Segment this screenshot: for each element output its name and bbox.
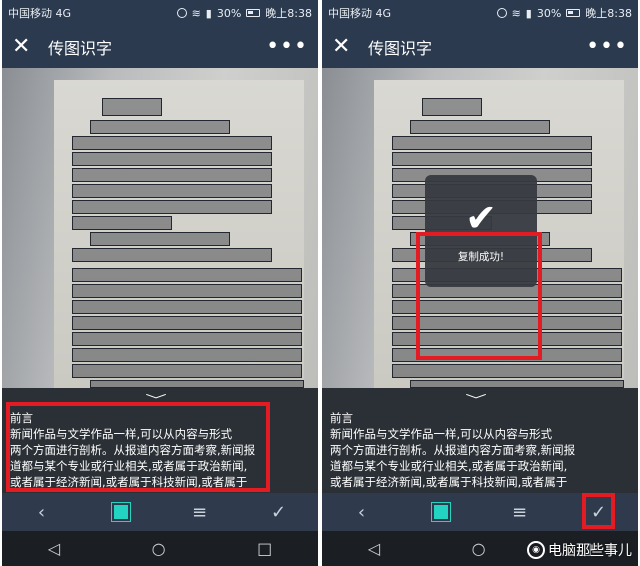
bottom-toolbar: ‹ ≡ ✓ xyxy=(2,493,318,531)
nav-back-icon[interactable]: ◁ xyxy=(368,539,380,558)
phone-screen-right: 中国移动 4G ≋ ▮ 30% 晚上8:38 ✕ 传图识字 ••• ﹀ 前言 新… xyxy=(322,0,638,566)
text-detection-box xyxy=(392,152,592,166)
ocr-line: 两个方面进行剖析。从报道内容方面考察,新闻报 xyxy=(330,443,576,457)
ocr-line: 新闻作品与文学作品一样,可以从内容与形式 xyxy=(330,427,553,441)
chevron-down-icon[interactable]: ﹀ xyxy=(465,394,487,406)
watermark-text: 电脑那些事儿 xyxy=(548,543,632,559)
ocr-text-highlight xyxy=(6,402,270,492)
crop-button[interactable] xyxy=(421,493,461,531)
ocr-line: 道都与某个专业或行业相关,或者属于政治新闻, xyxy=(330,459,568,473)
ocr-line: 或者属于经济新闻,或者属于科技新闻,或者属于 xyxy=(330,475,568,489)
more-icon[interactable]: ••• xyxy=(586,36,628,58)
text-detection-box xyxy=(72,348,302,362)
toast-highlight xyxy=(416,232,542,360)
status-bar: 中国移动 4G ≋ ▮ 30% 晚上8:38 xyxy=(2,0,318,26)
text-detection-box xyxy=(392,136,592,150)
text-detection-box xyxy=(72,284,302,298)
nav-back-icon[interactable]: ◁ xyxy=(48,539,60,558)
text-detection-box xyxy=(72,136,272,150)
book-page xyxy=(54,80,304,388)
nav-recent-icon[interactable]: □ xyxy=(257,539,272,558)
page-title: 传图识字 xyxy=(48,39,113,58)
network-tag: 4G xyxy=(55,7,72,20)
text-detection-box xyxy=(72,364,302,378)
ocr-result-sheet: ﹀ 前言 新闻作品与文学作品一样,可以从内容与形式 两个方面进行剖析。从报道内容… xyxy=(322,388,638,493)
carrier-text: 中国移动 xyxy=(328,7,372,20)
crop-button[interactable] xyxy=(101,493,141,531)
battery-text: 30% xyxy=(536,6,562,20)
crop-icon xyxy=(433,505,448,519)
title-bar: ✕ 传图识字 ••• xyxy=(322,26,638,68)
ocr-text-area[interactable]: 前言 新闻作品与文学作品一样,可以从内容与形式 两个方面进行剖析。从报道内容方面… xyxy=(330,410,630,492)
signal-icon: ▮ xyxy=(205,6,212,20)
document-photo xyxy=(2,68,318,388)
time-text: 晚上8:38 xyxy=(265,7,312,20)
system-nav-bar: ◁ ○ □ xyxy=(2,531,318,566)
battery-icon xyxy=(566,9,581,17)
nav-home-icon[interactable]: ○ xyxy=(152,539,166,558)
watermark: ◉ 电脑那些事儿 xyxy=(527,540,632,560)
status-bar: 中国移动 4G ≋ ▮ 30% 晚上8:38 xyxy=(322,0,638,26)
text-detection-box xyxy=(72,300,302,314)
close-icon[interactable]: ✕ xyxy=(332,36,360,58)
more-icon[interactable]: ••• xyxy=(266,36,308,58)
carrier-text: 中国移动 xyxy=(8,7,52,20)
check-icon: ✔ xyxy=(465,195,497,240)
title-bar: ✕ 传图识字 ••• xyxy=(2,26,318,68)
back-icon[interactable]: ‹ xyxy=(342,493,382,531)
check-icon[interactable]: ✓ xyxy=(259,493,299,531)
text-detection-box xyxy=(72,168,272,182)
align-icon[interactable]: ≡ xyxy=(180,493,220,531)
wifi-icon: ≋ xyxy=(511,6,521,20)
text-detection-box xyxy=(72,184,272,198)
text-detection-box xyxy=(410,120,550,134)
close-icon[interactable]: ✕ xyxy=(12,36,40,58)
alarm-icon xyxy=(496,8,507,18)
alarm-icon xyxy=(176,8,187,18)
back-icon[interactable]: ‹ xyxy=(22,493,62,531)
time-text: 晚上8:38 xyxy=(585,7,632,20)
network-tag: 4G xyxy=(375,7,392,20)
text-detection-box xyxy=(72,316,302,330)
text-detection-box xyxy=(410,380,624,388)
signal-icon: ▮ xyxy=(525,6,532,20)
text-detection-box xyxy=(90,232,230,246)
confirm-button-highlight xyxy=(582,493,615,529)
text-detection-box xyxy=(72,248,272,262)
nav-home-icon[interactable]: ○ xyxy=(472,539,486,558)
page-title: 传图识字 xyxy=(368,39,433,58)
text-detection-box xyxy=(90,380,304,388)
text-detection-box xyxy=(72,332,302,346)
text-detection-box xyxy=(422,98,482,116)
phone-screen-left: 中国移动 4G ≋ ▮ 30% 晚上8:38 ✕ 传图识字 ••• ﹀ 前言 新… xyxy=(2,0,318,566)
wifi-icon: ≋ xyxy=(191,6,201,20)
text-detection-box xyxy=(72,268,302,282)
align-icon[interactable]: ≡ xyxy=(500,493,540,531)
text-detection-box xyxy=(102,98,162,116)
ocr-line: 前言 xyxy=(330,411,353,425)
text-detection-box xyxy=(72,216,172,230)
text-detection-box xyxy=(72,152,272,166)
watermark-logo: ◉ xyxy=(527,541,545,559)
battery-text: 30% xyxy=(216,6,242,20)
text-detection-box xyxy=(90,120,230,134)
crop-icon xyxy=(113,505,128,519)
battery-icon xyxy=(246,9,261,17)
text-detection-box xyxy=(392,364,622,378)
text-detection-box xyxy=(72,200,272,214)
